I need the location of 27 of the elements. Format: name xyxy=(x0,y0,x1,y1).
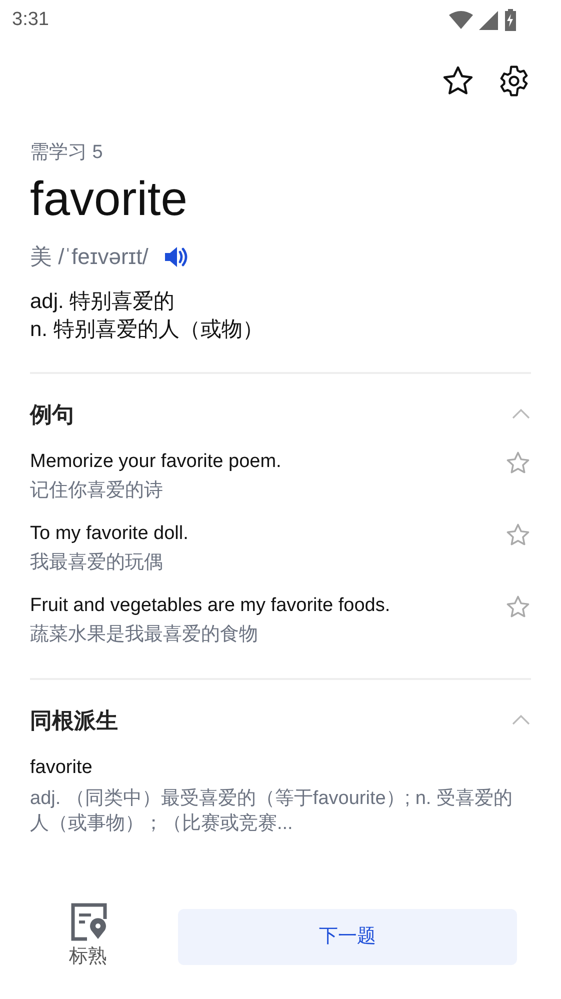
mark-known-button[interactable]: 标熟 xyxy=(60,902,116,972)
phonetic: 美 /ˈfeɪvərɪt/ xyxy=(30,243,148,271)
study-count: 需学习 5 xyxy=(30,141,104,165)
star-icon[interactable] xyxy=(505,450,531,476)
chevron-icon[interactable] xyxy=(511,714,531,726)
example-sentence: Memorize your favorite poem. xyxy=(30,450,282,474)
derivative-meaning: adj. （同类中）最受喜爱的（等于favourite）; n. 受喜爱的人（或事物）；（比赛或竞赛... xyxy=(30,787,514,836)
star-icon[interactable] xyxy=(505,522,531,548)
definition: adj. 特别喜爱的 xyxy=(30,289,176,315)
chevron-icon[interactable] xyxy=(511,408,531,420)
headword: favorite xyxy=(30,172,188,228)
example-translation: 蔬菜水果是我最喜爱的食物 xyxy=(30,623,259,647)
example-translation: 我最喜爱的玩偶 xyxy=(30,551,164,575)
signal-icon xyxy=(479,10,498,30)
section-title: 同根派生 xyxy=(30,706,118,734)
next-question-button[interactable]: 下一题 xyxy=(178,909,517,965)
battery-charging-icon xyxy=(504,9,517,31)
section-title: 例句 xyxy=(30,400,74,428)
definition: n. 特别喜爱的人（或物） xyxy=(30,317,264,343)
status-time: 3:31 xyxy=(12,8,49,32)
star-icon[interactable] xyxy=(505,594,531,620)
example-translation: 记住你喜爱的诗 xyxy=(30,479,164,503)
example-sentence: Fruit and vegetables are my favorite foods. xyxy=(30,594,390,618)
wifi-icon xyxy=(449,11,473,29)
document-pin-icon xyxy=(69,902,107,941)
derivative-word: favorite xyxy=(30,756,94,780)
example-sentence: To my favorite doll. xyxy=(30,522,188,546)
